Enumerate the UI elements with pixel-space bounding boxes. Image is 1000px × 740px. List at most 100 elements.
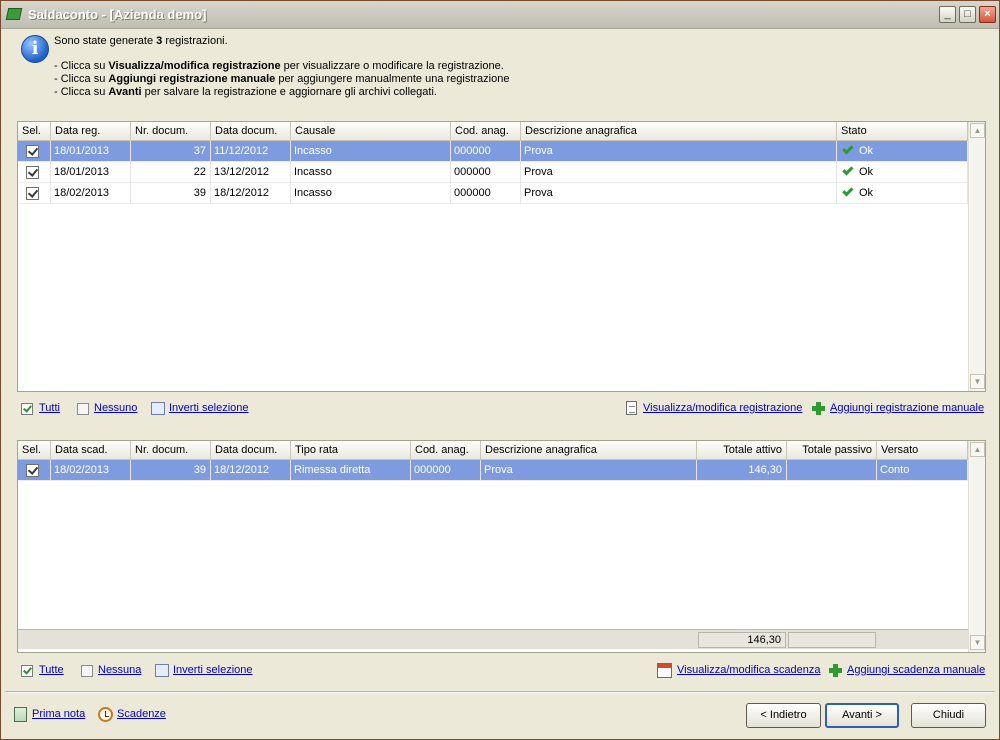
row-checkbox[interactable]	[26, 187, 39, 200]
col-descrizione[interactable]: Descrizione anagrafica	[481, 441, 697, 460]
close-button[interactable]: Chiudi	[911, 703, 986, 728]
col-data-scad[interactable]: Data scad.	[51, 441, 131, 460]
select-all-icon	[21, 403, 33, 415]
cell-nr: 37	[131, 141, 211, 162]
info-line-1: Sono state generate 3 registrazioni.	[54, 35, 228, 47]
cell-data-doc: 18/12/2012	[211, 460, 291, 481]
cell-causale: Incasso	[291, 183, 451, 204]
close-window-button[interactable]: ×	[979, 6, 996, 23]
table-row[interactable]: 18/02/2013 39 18/12/2012 Incasso 000000 …	[18, 183, 968, 204]
cell-stato: Ok	[859, 145, 874, 157]
add-icon	[812, 402, 825, 415]
total-passivo	[788, 632, 876, 648]
info-line-4: - Clicca su Avanti per salvare la regist…	[54, 86, 437, 98]
cell-versato: Conto	[877, 460, 968, 481]
registrations-grid-header: Sel. Data reg. Nr. docum. Data docum. Ca…	[18, 122, 968, 141]
col-data-docum[interactable]: Data docum.	[211, 441, 291, 460]
col-stato[interactable]: Stato	[837, 122, 968, 141]
cell-cod: 000000	[451, 141, 521, 162]
table-row[interactable]: 18/01/2013 22 13/12/2012 Incasso 000000 …	[18, 162, 968, 183]
cell-data-reg: 18/02/2013	[51, 183, 131, 204]
cell-data-doc: 13/12/2012	[211, 162, 291, 183]
col-versato[interactable]: Versato	[877, 441, 968, 460]
cell-stato: Ok	[859, 166, 874, 178]
cell-totale-attivo: 146,30	[697, 460, 787, 481]
ok-check-icon	[842, 143, 854, 155]
cell-cod: 000000	[411, 460, 481, 481]
totals-row: 146,30	[18, 629, 968, 649]
scroll-up-button[interactable]: ▲	[970, 123, 985, 138]
select-none-deadlines-link[interactable]: Nessuna	[98, 664, 141, 676]
col-totale-attivo[interactable]: Totale attivo	[697, 441, 787, 460]
info-line-3: - Clicca su Aggiungi registrazione manua…	[54, 73, 510, 85]
cell-totale-passivo	[787, 460, 877, 481]
row-checkbox[interactable]	[26, 464, 39, 477]
ok-check-icon	[842, 164, 854, 176]
cell-descr: Prova	[521, 141, 837, 162]
ok-check-icon	[842, 185, 854, 197]
invert-selection-icon	[155, 664, 169, 677]
scroll-down-button[interactable]: ▼	[970, 635, 985, 650]
cell-data-doc: 18/12/2012	[211, 183, 291, 204]
view-registration-link[interactable]: Visualizza/modifica registrazione	[643, 402, 802, 414]
col-data-docum[interactable]: Data docum.	[211, 122, 291, 141]
add-deadline-link[interactable]: Aggiungi scadenza manuale	[847, 664, 985, 676]
cell-data-doc: 11/12/2012	[211, 141, 291, 162]
back-button[interactable]: < Indietro	[746, 703, 821, 728]
col-causale[interactable]: Causale	[291, 122, 451, 141]
next-button[interactable]: Avanti >	[825, 703, 899, 728]
info-line-2: - Clicca su Visualizza/modifica registra…	[54, 60, 504, 72]
select-all-deadlines-link[interactable]: Tutte	[39, 664, 64, 676]
clock-icon	[98, 707, 113, 722]
row-checkbox[interactable]	[26, 145, 39, 158]
deadlines-grid: Sel. Data scad. Nr. docum. Data docum. T…	[17, 440, 986, 653]
total-attivo: 146,30	[698, 632, 786, 648]
calendar-icon	[657, 663, 672, 678]
cell-causale: Incasso	[291, 162, 451, 183]
ledger-icon	[14, 707, 27, 722]
cell-nr: 22	[131, 162, 211, 183]
cell-stato: Ok	[859, 187, 874, 199]
col-tipo-rata[interactable]: Tipo rata	[291, 441, 411, 460]
col-data-reg[interactable]: Data reg.	[51, 122, 131, 141]
app-icon	[5, 8, 23, 20]
row-checkbox[interactable]	[26, 166, 39, 179]
cell-nr: 39	[131, 460, 211, 481]
prima-nota-link[interactable]: Prima nota	[32, 708, 85, 720]
col-sel[interactable]: Sel.	[18, 122, 51, 141]
cell-data-scad: 18/02/2013	[51, 460, 131, 481]
maximize-button[interactable]: □	[959, 6, 976, 23]
saldaconto-window: Saldaconto - [Azienda demo] _ □ × i Sono…	[0, 0, 1000, 740]
table-row[interactable]: 18/01/2013 37 11/12/2012 Incasso 000000 …	[18, 141, 968, 162]
add-registration-link[interactable]: Aggiungi registrazione manuale	[830, 402, 984, 414]
deadlines-scrollbar[interactable]: ▲ ▼	[968, 441, 985, 652]
col-nr-docum[interactable]: Nr. docum.	[131, 441, 211, 460]
cell-data-reg: 18/01/2013	[51, 141, 131, 162]
col-totale-passivo[interactable]: Totale passivo	[787, 441, 877, 460]
table-row[interactable]: 18/02/2013 39 18/12/2012 Rimessa diretta…	[18, 460, 968, 481]
cell-tipo-rata: Rimessa diretta	[291, 460, 411, 481]
registrations-scrollbar[interactable]: ▲ ▼	[968, 122, 985, 391]
col-sel[interactable]: Sel.	[18, 441, 51, 460]
minimize-button[interactable]: _	[939, 6, 956, 23]
invert-selection-link[interactable]: Inverti selezione	[169, 402, 249, 414]
col-cod-anag[interactable]: Cod. anag.	[411, 441, 481, 460]
cell-nr: 39	[131, 183, 211, 204]
invert-selection-deadlines-link[interactable]: Inverti selezione	[173, 664, 253, 676]
info-icon: i	[21, 35, 49, 63]
view-deadline-link[interactable]: Visualizza/modifica scadenza	[677, 664, 820, 676]
select-none-icon	[77, 403, 89, 415]
col-cod-anag[interactable]: Cod. anag.	[451, 122, 521, 141]
col-descrizione[interactable]: Descrizione anagrafica	[521, 122, 837, 141]
select-none-link[interactable]: Nessuno	[94, 402, 137, 414]
col-nr-docum[interactable]: Nr. docum.	[131, 122, 211, 141]
title-bar: Saldaconto - [Azienda demo] _ □ ×	[1, 1, 999, 29]
document-icon	[626, 401, 637, 415]
invert-selection-icon	[151, 402, 165, 415]
select-all-link[interactable]: Tutti	[39, 402, 60, 414]
add-icon	[829, 664, 842, 677]
scroll-down-button[interactable]: ▼	[970, 374, 985, 389]
scadenze-link[interactable]: Scadenze	[117, 708, 166, 720]
cell-cod: 000000	[451, 162, 521, 183]
scroll-up-button[interactable]: ▲	[970, 442, 985, 457]
